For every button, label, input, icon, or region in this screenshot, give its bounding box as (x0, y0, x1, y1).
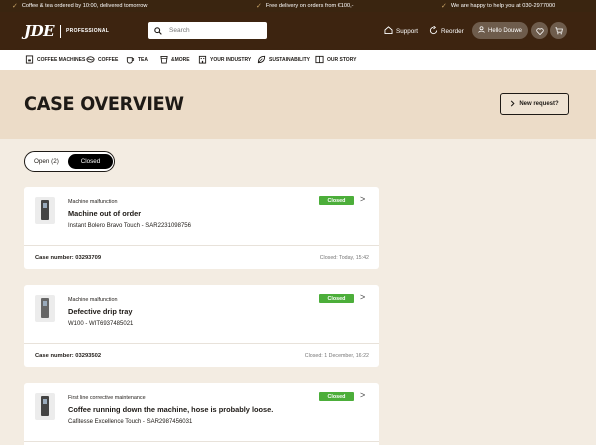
case-number: Case number: 03293709 (35, 255, 102, 261)
search-icon (154, 22, 162, 40)
closed-date: Closed: 1 December, 16:22 (304, 353, 369, 359)
reorder-link[interactable]: Reorder (429, 24, 464, 38)
user-icon (478, 26, 485, 35)
case-category: Machine malfunction (68, 199, 118, 205)
promo-item: ✓ We are happy to help you at 030-297700… (441, 0, 555, 12)
reorder-icon (429, 25, 438, 37)
machine-image (35, 295, 55, 322)
nav-label: YOUR INDUSTRY (210, 57, 252, 63)
card-divider (24, 343, 379, 344)
logo-divider (60, 24, 62, 38)
case-machine: W100 - WIT6937485021 (68, 321, 134, 327)
case-category: Machine malfunction (68, 297, 118, 303)
case-machine: Cafitesse Excellence Touch - SAR29874560… (68, 419, 193, 425)
check-icon: ✓ (12, 2, 18, 10)
machine-image (35, 197, 55, 224)
logo[interactable]: JDE PROFESSIONAL (24, 20, 109, 42)
nav-label: OUR STORY (327, 57, 357, 63)
book-icon (315, 55, 324, 66)
check-icon: ✓ (256, 2, 262, 10)
tea-cup-icon (126, 55, 135, 66)
wishlist-button[interactable] (531, 22, 548, 39)
status-badge: Closed (319, 392, 354, 401)
nav-item-coffee[interactable]: COFFEE (86, 50, 118, 70)
case-card[interactable]: Machine malfunction Defective drip tray … (24, 285, 379, 367)
heart-icon (535, 22, 544, 40)
cart-icon (554, 22, 563, 40)
nav-item-your-industry[interactable]: YOUR INDUSTRY (198, 50, 251, 70)
support-link[interactable]: Support (384, 24, 418, 38)
leaf-icon (257, 55, 266, 66)
promo-text: Free delivery on orders from €100,- (265, 3, 354, 9)
chevron-right-icon[interactable]: > (360, 194, 365, 204)
tab-open[interactable]: Open (2) (34, 152, 59, 171)
case-number: Case number: 03293502 (35, 353, 102, 359)
status-badge: Closed (319, 196, 354, 205)
reorder-label: Reorder (441, 27, 464, 35)
status-badge: Closed (319, 294, 354, 303)
promo-item: ✓ Free delivery on orders from €100,- (256, 0, 354, 12)
case-category: First line corrective maintenance (68, 395, 146, 401)
promo-item: ✓ Coffee & tea ordered by 10:00, deliver… (12, 0, 147, 12)
nav-label: COFFEE MACHINES (37, 57, 86, 63)
promo-text: Coffee & tea ordered by 10:00, delivered… (21, 3, 148, 9)
nav-label: COFFEE (98, 57, 119, 63)
account-label: Hello Douwe (487, 27, 523, 34)
case-machine: Instant Bolero Bravo Touch - SAR22310987… (68, 223, 191, 229)
nav-item-our-story[interactable]: OUR STORY (315, 50, 356, 70)
building-icon (198, 55, 207, 66)
logo-mark: JDE (24, 22, 55, 40)
case-title: Coffee running down the machine, hose is… (68, 405, 274, 414)
status-toggle: Open (2) Closed (24, 151, 115, 172)
nav-item-coffee-machines[interactable]: COFFEE MACHINES (25, 50, 85, 70)
cart-button[interactable] (550, 22, 567, 39)
coffee-machine-icon (25, 54, 34, 66)
home-icon (384, 26, 393, 36)
support-label: Support (396, 27, 419, 35)
case-title: Defective drip tray (68, 307, 133, 316)
coffee-bean-icon (86, 55, 95, 66)
account-button[interactable]: Hello Douwe (472, 22, 528, 39)
tab-closed[interactable]: Closed (68, 154, 113, 169)
card-divider (24, 441, 379, 442)
check-icon: ✓ (441, 2, 447, 10)
nav-label: TEA (138, 57, 148, 63)
chevron-right-icon[interactable]: > (360, 292, 365, 302)
nav-label: SUSTAINABILITY (269, 57, 311, 63)
search-input[interactable] (169, 27, 259, 34)
case-card[interactable]: First line corrective maintenance Coffee… (24, 383, 379, 445)
page-title: CASE OVERVIEW (24, 93, 184, 115)
chevron-right-icon[interactable]: > (360, 390, 365, 400)
new-request-label: New request? (519, 101, 559, 107)
case-title: Machine out of order (68, 209, 142, 218)
main-nav: COFFEE MACHINES COFFEE TEA &MORE YOUR IN… (0, 50, 596, 70)
cup-icon (160, 55, 168, 66)
closed-date: Closed: Today, 15:42 (319, 255, 369, 261)
nav-item-sustainability[interactable]: SUSTAINABILITY (257, 50, 310, 70)
nav-item-tea[interactable]: TEA (126, 50, 148, 70)
chevron-right-icon (510, 100, 515, 109)
card-divider (24, 245, 379, 246)
nav-label: &MORE (171, 57, 190, 63)
case-card[interactable]: Machine malfunction Machine out of order… (24, 187, 379, 269)
new-request-button[interactable]: New request? (500, 93, 569, 115)
logo-subtitle: PROFESSIONAL (66, 28, 110, 34)
machine-image (35, 393, 55, 420)
promo-text: We are happy to help you at 030-2977000 (450, 3, 556, 9)
promo-bar: ✓ Coffee & tea ordered by 10:00, deliver… (0, 0, 596, 12)
nav-item-more[interactable]: &MORE (160, 50, 190, 70)
search-box[interactable] (148, 22, 267, 39)
